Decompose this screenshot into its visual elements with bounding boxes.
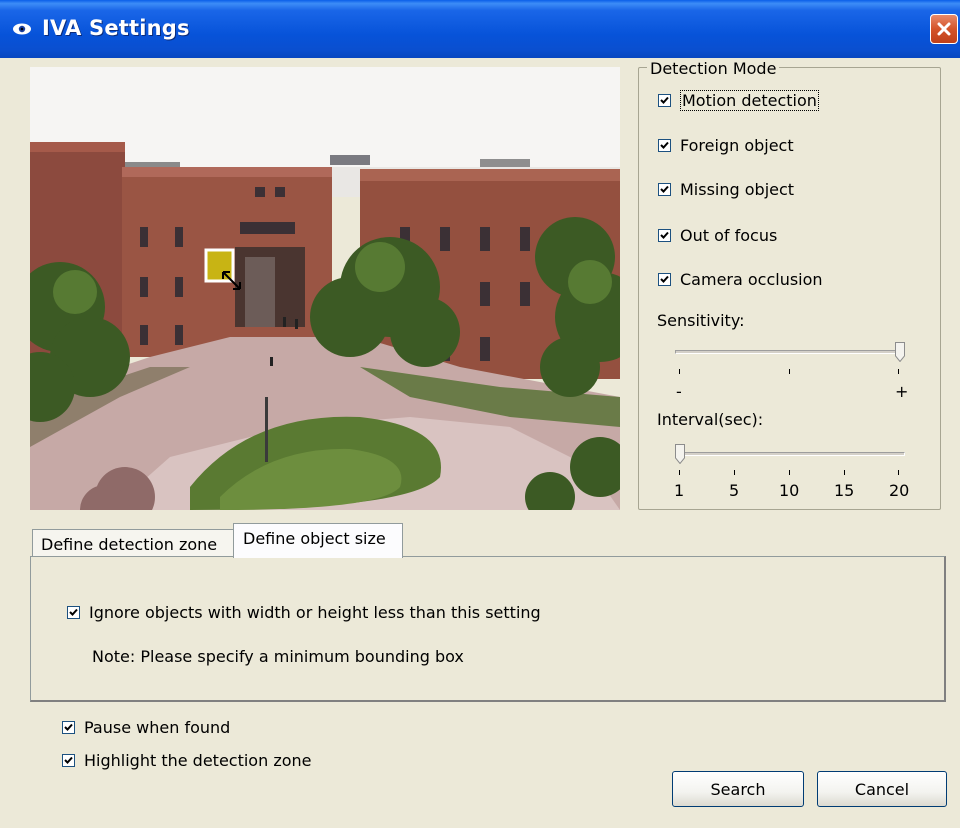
cancel-button[interactable]: Cancel [817,771,947,807]
eye-icon [12,21,32,35]
checkbox-box[interactable] [658,183,671,196]
interval-tick-label: 20 [889,481,910,500]
out-of-focus-label: Out of focus [680,226,778,245]
search-button[interactable]: Search [672,771,804,807]
interval-tick [789,470,790,475]
interval-tick [898,470,899,475]
interval-label: Interval(sec): [657,410,764,429]
checkbox-box[interactable] [658,229,671,242]
iva-settings-dialog: IVA Settings Detection Mode Motion detec… [0,0,960,828]
motion-detection-label: Motion detection [680,90,819,111]
minimum-box-note: Note: Please specify a minimum bounding … [92,647,464,666]
camera-preview[interactable] [30,67,620,510]
pause-when-found-checkbox[interactable]: Pause when found [62,718,230,737]
sensitivity-min-label: - [676,382,682,401]
object-size-tab-panel [30,556,946,702]
sensitivity-tick [679,369,680,374]
missing-object-checkbox[interactable]: Missing object [658,180,794,199]
checkbox-box[interactable] [62,721,75,734]
motion-detection-checkbox[interactable]: Motion detection [658,90,819,111]
pause-when-found-label: Pause when found [84,718,231,737]
sensitivity-tick [898,369,899,374]
window-title: IVA Settings [42,16,190,40]
interval-tick [679,470,680,475]
checkbox-box[interactable] [658,94,671,107]
camera-occlusion-checkbox[interactable]: Camera occlusion [658,270,823,289]
ignore-small-objects-label: Ignore objects with width or height less… [89,603,541,622]
sensitivity-slider-thumb[interactable] [895,342,905,363]
interval-slider-thumb[interactable] [675,444,685,465]
interval-tick [844,470,845,475]
foreign-object-checkbox[interactable]: Foreign object [658,136,794,155]
tab-define-detection-zone[interactable]: Define detection zone [32,529,234,556]
detection-mode-legend: Detection Mode [647,59,780,78]
checkbox-box[interactable] [658,273,671,286]
missing-object-label: Missing object [680,180,795,199]
close-button[interactable] [930,14,958,44]
interval-tick-label: 15 [834,481,855,500]
sensitivity-max-label: + [895,382,909,401]
checkbox-box[interactable] [67,606,80,619]
out-of-focus-checkbox[interactable]: Out of focus [658,226,777,245]
ignore-small-objects-checkbox[interactable]: Ignore objects with width or height less… [67,603,541,622]
sensitivity-slider-track[interactable] [675,350,905,354]
highlight-zone-label: Highlight the detection zone [84,751,312,770]
title-bar[interactable]: IVA Settings [0,0,960,58]
highlight-zone-checkbox[interactable]: Highlight the detection zone [62,751,311,770]
interval-slider-track[interactable] [675,452,905,456]
foreign-object-label: Foreign object [680,136,794,155]
interval-tick [734,470,735,475]
close-icon [937,22,951,36]
sensitivity-label: Sensitivity: [657,311,745,330]
tab-define-object-size[interactable]: Define object size [233,523,403,558]
camera-occlusion-label: Camera occlusion [680,270,823,289]
checkbox-box[interactable] [62,754,75,767]
sensitivity-tick [789,369,790,374]
interval-tick-label: 10 [779,481,800,500]
interval-tick-label: 5 [729,481,740,500]
checkbox-box[interactable] [658,139,671,152]
interval-tick-label: 1 [674,481,685,500]
